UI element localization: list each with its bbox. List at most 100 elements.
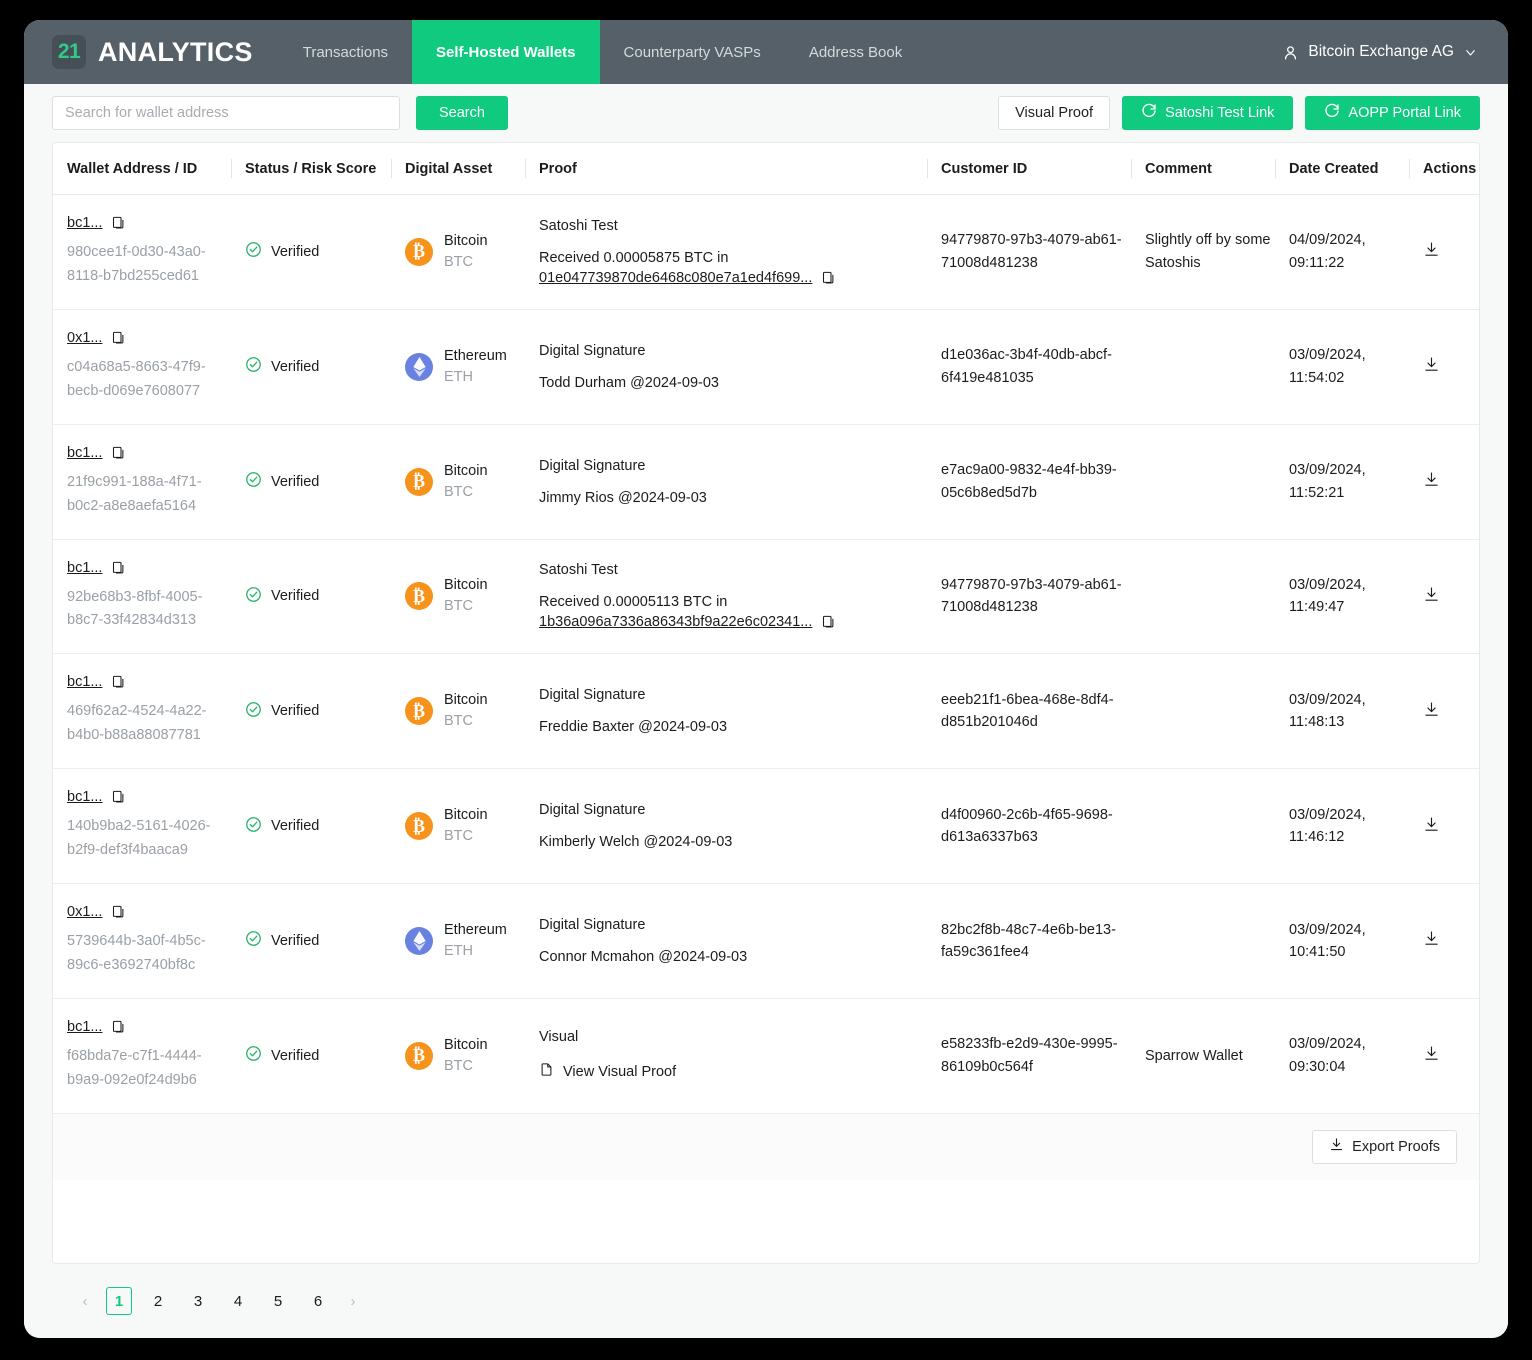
- wallet-address-link[interactable]: bc1...: [67, 674, 102, 690]
- status-label: Verified: [271, 818, 320, 835]
- pagination-next[interactable]: ›: [340, 1287, 366, 1315]
- copy-icon[interactable]: [111, 789, 126, 805]
- logo-wordmark: ANALYTICS: [98, 36, 253, 67]
- status-badge: Verified: [245, 586, 391, 607]
- copy-icon[interactable]: [111, 215, 126, 231]
- column-header-customer-id: Customer ID: [927, 143, 1131, 195]
- copy-icon[interactable]: [821, 614, 836, 630]
- search-button[interactable]: Search: [416, 96, 508, 130]
- cell-wallet-address: bc1... 140b9ba2-5161-4026-b2f9-def3f4baa…: [53, 768, 231, 885]
- wallet-address-link[interactable]: 0x1...: [67, 904, 102, 920]
- copy-icon[interactable]: [111, 330, 126, 346]
- proof-detail: Jimmy Rios @2024-09-03: [539, 489, 707, 506]
- wallet-address-link[interactable]: bc1...: [67, 789, 102, 805]
- column-label: Date Created: [1289, 161, 1379, 177]
- brand-logo[interactable]: 21 ANALYTICS: [24, 20, 279, 84]
- cell-comment: [1131, 883, 1275, 999]
- download-icon[interactable]: [1423, 817, 1440, 837]
- cell-date-created: 03/09/2024, 09:30:04: [1275, 998, 1409, 1112]
- view-visual-proof-label: View Visual Proof: [563, 1063, 677, 1080]
- cell-date-created: 03/09/2024, 11:48:13: [1275, 653, 1409, 770]
- visual-proof-button[interactable]: Visual Proof: [998, 96, 1111, 130]
- document-icon: [539, 1061, 554, 1082]
- nav-item-counterparty-vasps[interactable]: Counterparty VASPs: [600, 20, 785, 84]
- wallet-id: 21f9c991-188a-4f71-b0c2-a8e8aefa5164: [67, 473, 202, 514]
- customer-id: e58233fb-e2d9-430e-9995-86109b0c564f: [941, 1036, 1118, 1075]
- download-icon[interactable]: [1423, 357, 1440, 377]
- cell-comment: Slightly off by some Satoshis: [1131, 194, 1275, 310]
- column-label: Customer ID: [941, 161, 1028, 177]
- verified-check-icon: [245, 930, 262, 951]
- wallet-address-link[interactable]: bc1...: [67, 1019, 102, 1035]
- cell-customer-id: 82bc2f8b-48c7-4e6b-be13-fa59c361fee4: [927, 883, 1131, 999]
- wallet-address-link[interactable]: bc1...: [67, 445, 102, 461]
- nav-item-self-hosted-wallets[interactable]: Self-Hosted Wallets: [412, 20, 600, 84]
- asset-text: Bitcoin BTC: [444, 231, 488, 273]
- pagination-page-5[interactable]: 5: [265, 1287, 291, 1315]
- pagination-page-4[interactable]: 4: [225, 1287, 251, 1315]
- transaction-hash-link[interactable]: 01e047739870de6468c080e7a1ed4f699...: [539, 270, 812, 286]
- cell-wallet-address: bc1... 21f9c991-188a-4f71-b0c2-a8e8aefa5…: [53, 424, 231, 540]
- download-icon[interactable]: [1423, 242, 1440, 262]
- export-proofs-button[interactable]: Export Proofs: [1312, 1129, 1457, 1164]
- status-label: Verified: [271, 588, 320, 605]
- cell-comment: [1131, 539, 1275, 655]
- cell-digital-asset: ₿ Bitcoin BTC: [391, 539, 525, 655]
- wallet-address-link[interactable]: 0x1...: [67, 330, 102, 346]
- cell-date-created: 03/09/2024, 11:54:02: [1275, 309, 1409, 425]
- customer-id: 94779870-97b3-4079-ab61-71008d481238: [941, 232, 1122, 271]
- date-created: 03/09/2024, 11:52:21: [1289, 462, 1366, 501]
- user-menu[interactable]: Bitcoin Exchange AG: [1282, 20, 1508, 84]
- cell-customer-id: e58233fb-e2d9-430e-9995-86109b0c564f: [927, 998, 1131, 1112]
- download-icon: [1329, 1137, 1344, 1156]
- column-label: Wallet Address / ID: [67, 161, 198, 177]
- date-created: 03/09/2024, 11:54:02: [1289, 347, 1366, 386]
- pagination-page-3[interactable]: 3: [185, 1287, 211, 1315]
- aopp-portal-link-button[interactable]: AOPP Portal Link: [1305, 96, 1480, 130]
- download-icon[interactable]: [1423, 1046, 1440, 1066]
- cell-proof: Satoshi Test Received 0.00005875 BTC in 0…: [525, 194, 927, 310]
- copy-icon[interactable]: [111, 674, 126, 690]
- download-icon[interactable]: [1423, 702, 1440, 722]
- transaction-hash-link[interactable]: 1b36a096a7336a86343bf9a22e6c02341...: [539, 614, 812, 630]
- table-row: 0x1... 5739644b-3a0f-4b5c-89c6-e3692740b…: [53, 883, 1479, 999]
- wallet-id: 469f62a2-4524-4a22-b4b0-b88a88087781: [67, 703, 207, 744]
- download-icon[interactable]: [1423, 932, 1440, 951]
- pagination-page-6[interactable]: 6: [305, 1287, 331, 1315]
- self-hosted-wallets-table: Wallet Address / ID Status / Risk Score …: [53, 143, 1479, 1113]
- copy-icon[interactable]: [111, 445, 126, 461]
- cell-customer-id: d1e036ac-3b4f-40db-abcf-6f419e481035: [927, 309, 1131, 425]
- satoshi-test-link-button[interactable]: Satoshi Test Link: [1122, 96, 1294, 130]
- column-header-date-created: Date Created: [1275, 143, 1409, 195]
- toolbar-actions: Visual Proof Satoshi Test Link AOPP Port…: [998, 96, 1480, 130]
- date-created: 03/09/2024, 11:48:13: [1289, 691, 1366, 731]
- wallet-address-link[interactable]: bc1...: [67, 215, 102, 231]
- pagination-page-2[interactable]: 2: [145, 1287, 171, 1315]
- search-input[interactable]: [52, 96, 400, 130]
- pagination-page-1[interactable]: 1: [106, 1287, 132, 1315]
- download-icon[interactable]: [1423, 472, 1440, 492]
- status-badge: Verified: [245, 816, 391, 837]
- nav-item-transactions[interactable]: Transactions: [279, 20, 412, 84]
- column-header-status: Status / Risk Score: [231, 143, 391, 195]
- refresh-icon: [1141, 103, 1157, 123]
- cell-proof: Visual View Visual Proof: [525, 998, 927, 1112]
- wallet-address-link[interactable]: bc1...: [67, 560, 102, 576]
- proof-type: Digital Signature: [539, 342, 646, 359]
- cell-status: Verified: [231, 539, 391, 655]
- view-visual-proof-link[interactable]: View Visual Proof: [539, 1061, 927, 1082]
- verified-check-icon: [245, 356, 262, 377]
- copy-icon[interactable]: [111, 560, 126, 576]
- pagination-prev[interactable]: ‹: [72, 1287, 98, 1315]
- download-icon[interactable]: [1423, 587, 1440, 607]
- proof-transaction: 01e047739870de6468c080e7a1ed4f699...: [539, 270, 927, 286]
- digital-asset: ₿ Bitcoin BTC: [405, 575, 525, 617]
- copy-icon[interactable]: [821, 270, 836, 286]
- export-bar: Export Proofs: [53, 1112, 1479, 1180]
- nav-item-address-book[interactable]: Address Book: [785, 20, 926, 84]
- copy-icon[interactable]: [111, 1019, 126, 1035]
- comment: Sparrow Wallet: [1145, 1047, 1243, 1064]
- copy-icon[interactable]: [111, 904, 126, 920]
- cell-status: Verified: [231, 424, 391, 540]
